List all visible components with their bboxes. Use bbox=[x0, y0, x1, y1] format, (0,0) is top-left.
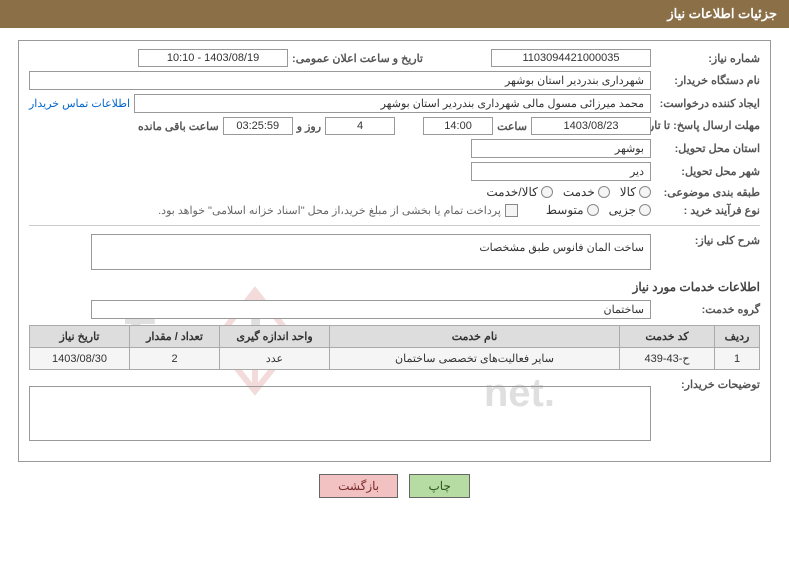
field-deadline-hour: 14:00 bbox=[423, 117, 493, 135]
radio-goods-service[interactable]: کالا/خدمت bbox=[486, 185, 552, 199]
row-delivery-province: استان محل تحویل: بوشهر bbox=[29, 139, 760, 158]
label-announce-date: تاریخ و ساعت اعلان عمومی: bbox=[292, 52, 423, 65]
checkbox-treasury[interactable] bbox=[505, 204, 518, 217]
row-need-desc: شرح کلی نیاز: ساخت المان فانوس طبق مشخصا… bbox=[29, 234, 760, 270]
field-remaining-time: 03:25:59 bbox=[223, 117, 293, 135]
radio-dot-icon bbox=[598, 186, 610, 198]
form-container: AriaTender .net شماره نیاز: 110309442100… bbox=[18, 40, 771, 462]
radio-dot-icon bbox=[587, 204, 599, 216]
radio-minor[interactable]: جزیی bbox=[609, 203, 651, 217]
label-category: طبقه بندی موضوعی: bbox=[655, 186, 760, 199]
row-proc-type: نوع فرآیند خرید : جزیی متوسط پرداخت تمام… bbox=[29, 203, 760, 217]
td-unit: عدد bbox=[220, 348, 330, 370]
label-remaining: ساعت باقی مانده bbox=[138, 120, 219, 133]
radio-dot-icon bbox=[639, 204, 651, 216]
radio-medium[interactable]: متوسط bbox=[546, 203, 599, 217]
label-buyer-notes: توضیحات خریدار: bbox=[655, 378, 760, 391]
row-deadline: مهلت ارسال پاسخ: تا تاریخ: 1403/08/23 سا… bbox=[29, 117, 760, 135]
th-name: نام خدمت bbox=[330, 326, 620, 348]
radio-goods-label: کالا bbox=[620, 185, 636, 199]
th-need-date: تاریخ نیاز bbox=[30, 326, 130, 348]
row-service-group: گروه خدمت: ساختمان bbox=[29, 300, 760, 319]
field-buyer-org: شهرداری بندردیر استان بوشهر bbox=[29, 71, 651, 90]
radio-medium-label: متوسط bbox=[546, 203, 584, 217]
table-header-row: ردیف کد خدمت نام خدمت واحد اندازه گیری ت… bbox=[30, 326, 760, 348]
field-need-no: 1103094421000035 bbox=[491, 49, 651, 67]
radio-group-category: کالا خدمت کالا/خدمت bbox=[486, 185, 651, 199]
label-hour: ساعت bbox=[497, 120, 527, 133]
label-delivery-city: شهر محل تحویل: bbox=[655, 165, 760, 178]
table-row: 1 ح-43-439 سایر فعالیت‌های تخصصی ساختمان… bbox=[30, 348, 760, 370]
services-table: ردیف کد خدمت نام خدمت واحد اندازه گیری ت… bbox=[29, 325, 760, 370]
radio-minor-label: جزیی bbox=[609, 203, 636, 217]
buttons-row: چاپ بازگشت bbox=[0, 474, 789, 498]
field-deadline-date: 1403/08/23 bbox=[531, 117, 651, 135]
radio-dot-icon bbox=[541, 186, 553, 198]
row-buyer-notes: توضیحات خریدار: bbox=[29, 378, 760, 449]
label-requester: ایجاد کننده درخواست: bbox=[655, 97, 760, 110]
th-code: کد خدمت bbox=[620, 326, 715, 348]
field-need-desc: ساخت المان فانوس طبق مشخصات bbox=[91, 234, 651, 270]
radio-goods[interactable]: کالا bbox=[620, 185, 651, 199]
field-delivery-city: دیر bbox=[471, 162, 651, 181]
td-name: سایر فعالیت‌های تخصصی ساختمان bbox=[330, 348, 620, 370]
page-title: جزئیات اطلاعات نیاز bbox=[667, 6, 777, 21]
radio-service-label: خدمت bbox=[563, 185, 595, 199]
field-buyer-notes bbox=[29, 386, 651, 441]
label-need-desc: شرح کلی نیاز: bbox=[655, 234, 760, 247]
row-buyer-org: نام دستگاه خریدار: شهرداری بندردیر استان… bbox=[29, 71, 760, 90]
td-row: 1 bbox=[715, 348, 760, 370]
link-buyer-contact[interactable]: اطلاعات تماس خریدار bbox=[29, 97, 130, 110]
row-need-number: شماره نیاز: 1103094421000035 تاریخ و ساع… bbox=[29, 49, 760, 67]
label-need-no: شماره نیاز: bbox=[655, 52, 760, 65]
label-days-and: روز و bbox=[297, 120, 321, 133]
field-service-group: ساختمان bbox=[91, 300, 651, 319]
label-proc-type: نوع فرآیند خرید : bbox=[655, 204, 760, 217]
print-button[interactable]: چاپ bbox=[409, 474, 469, 498]
row-delivery-city: شهر محل تحویل: دیر bbox=[29, 162, 760, 181]
td-code: ح-43-439 bbox=[620, 348, 715, 370]
page-header: جزئیات اطلاعات نیاز bbox=[0, 0, 789, 28]
treasury-note: پرداخت تمام یا بخشی از مبلغ خرید،از محل … bbox=[158, 204, 501, 217]
radio-service[interactable]: خدمت bbox=[563, 185, 610, 199]
back-button[interactable]: بازگشت bbox=[319, 474, 398, 498]
td-qty: 2 bbox=[130, 348, 220, 370]
label-buyer-org: نام دستگاه خریدار: bbox=[655, 74, 760, 87]
label-delivery-province: استان محل تحویل: bbox=[655, 142, 760, 155]
th-qty: تعداد / مقدار bbox=[130, 326, 220, 348]
label-deadline: مهلت ارسال پاسخ: تا تاریخ: bbox=[655, 119, 760, 133]
field-announce-date: 1403/08/19 - 10:10 bbox=[138, 49, 288, 67]
field-remaining-days: 4 bbox=[325, 117, 395, 135]
radio-group-proc: جزیی متوسط bbox=[546, 203, 651, 217]
radio-goods-service-label: کالا/خدمت bbox=[486, 185, 537, 199]
radio-dot-icon bbox=[639, 186, 651, 198]
field-requester: محمد میرزائی مسول مالی شهرداری بندردیر ا… bbox=[134, 94, 651, 113]
separator bbox=[29, 225, 760, 226]
th-row: ردیف bbox=[715, 326, 760, 348]
section-service-info: اطلاعات خدمات مورد نیاز bbox=[29, 280, 760, 294]
row-requester: ایجاد کننده درخواست: محمد میرزائی مسول م… bbox=[29, 94, 760, 113]
label-service-group: گروه خدمت: bbox=[655, 303, 760, 316]
td-need-date: 1403/08/30 bbox=[30, 348, 130, 370]
th-unit: واحد اندازه گیری bbox=[220, 326, 330, 348]
row-category: طبقه بندی موضوعی: کالا خدمت کالا/خدمت bbox=[29, 185, 760, 199]
field-delivery-province: بوشهر bbox=[471, 139, 651, 158]
